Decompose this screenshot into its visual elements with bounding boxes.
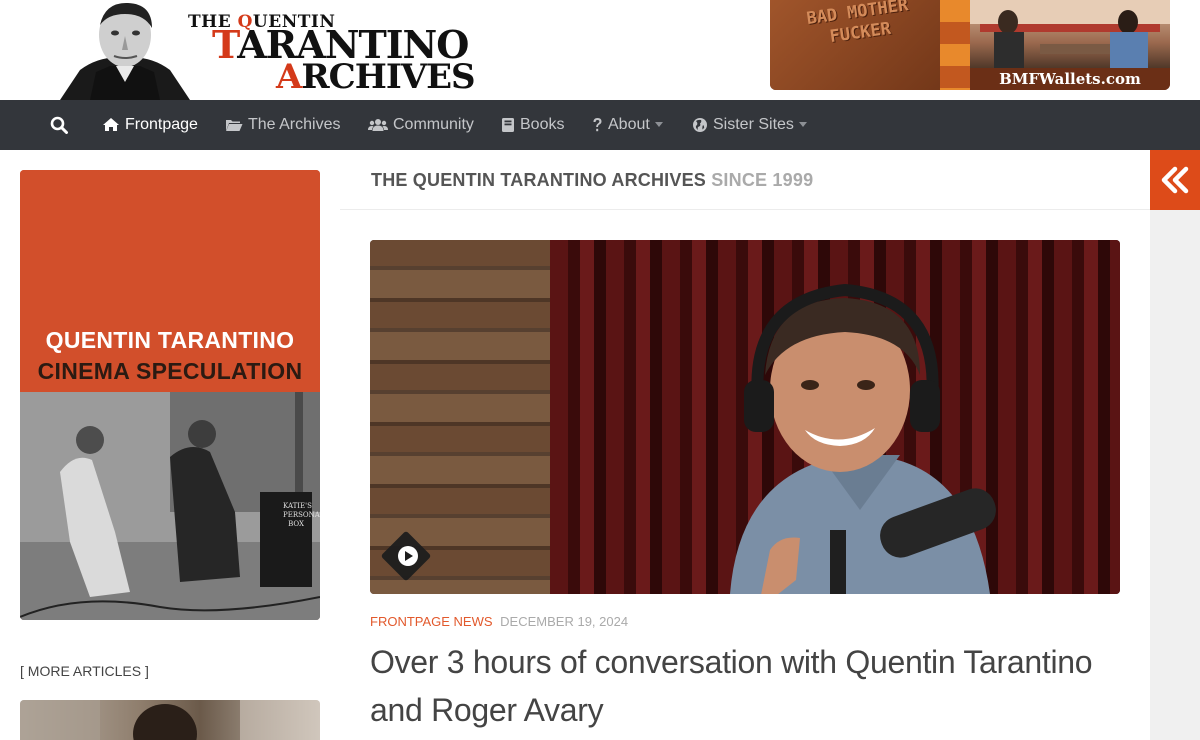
question-icon [593, 117, 602, 131]
book-cover-top: QUENTIN TARANTINO CINEMA SPECULATION [20, 170, 320, 392]
featured-post-image[interactable] [370, 240, 1120, 594]
cinema-speculation-book-ad[interactable]: QUENTIN TARANTINO CINEMA SPECULATION KAT… [20, 170, 320, 620]
logo-text-archives: ARCHIVES [276, 57, 476, 97]
post-title-link[interactable]: Over 3 hours of conversation with Quenti… [370, 638, 1130, 734]
nav-item-label: Sister Sites [713, 116, 794, 133]
globe-icon [693, 117, 707, 132]
nav-item-about[interactable]: About [592, 100, 663, 150]
search-icon [50, 116, 68, 134]
nav-item-the-archives[interactable]: The Archives [225, 100, 340, 150]
bmf-wallets-ad-banner[interactable]: BAD MOTHER FUCKER BMFWallets.com [770, 0, 1170, 90]
chevron-down-icon [654, 122, 663, 128]
nav-item-label: Frontpage [125, 116, 198, 133]
ad-stripes-decoration [940, 0, 972, 90]
nav-item-label: Books [520, 116, 565, 133]
book-icon [502, 117, 514, 132]
chevron-down-icon [798, 122, 807, 128]
site-logo[interactable]: THE QUENTIN TARANTINO ARCHIVES [40, 0, 490, 100]
nav-item-label: The Archives [248, 116, 341, 133]
book-cover-photo: KATIE'S PERSONAL BOX [20, 392, 320, 620]
users-icon [368, 118, 388, 131]
main-navigation: Frontpage The Archives Community Books A… [0, 100, 1200, 150]
nav-item-books[interactable]: Books [501, 100, 564, 150]
sidebar-article-thumbnail[interactable] [20, 700, 320, 740]
book-author: QUENTIN TARANTINO [45, 327, 295, 353]
ad-url-text: BMFWallets.com [970, 68, 1170, 90]
ad-wallet-text: BAD MOTHER FUCKER [805, 0, 910, 48]
more-articles-link[interactable]: [ MORE ARTICLES ] [20, 663, 149, 679]
double-chevron-left-icon [1161, 166, 1189, 194]
play-icon [398, 546, 418, 566]
nav-item-community[interactable]: Community [368, 100, 474, 150]
home-icon [103, 118, 119, 132]
book-photo-prop-text: KATIE'S PERSONAL BOX [283, 502, 320, 528]
post-meta: FRONTPAGE NEWS DECEMBER 19, 2024 [370, 614, 628, 629]
sidebar-toggle-button[interactable] [1150, 150, 1200, 210]
nav-item-sister-sites[interactable]: Sister Sites [692, 100, 807, 150]
nav-search-button[interactable] [50, 100, 73, 150]
divider [340, 209, 1150, 210]
podcast-guest-image [730, 283, 996, 594]
nav-item-frontpage[interactable]: Frontpage [102, 100, 198, 150]
site-tagline: THE QUENTIN TARANTINO ARCHIVES SINCE 199… [371, 170, 814, 190]
folder-open-icon [226, 119, 243, 131]
nav-item-label: Community [393, 116, 474, 133]
post-category-link[interactable]: FRONTPAGE NEWS [370, 614, 493, 629]
nav-item-label: About [608, 116, 650, 133]
ad-diner-scene-image [970, 0, 1170, 70]
book-title: CINEMA SPECULATION [37, 358, 303, 384]
site-header: THE QUENTIN TARANTINO ARCHIVES BAD MOTHE… [0, 0, 1200, 100]
right-sidebar-rail [1150, 150, 1200, 740]
logo-portrait-image [40, 0, 210, 100]
post-date: DECEMBER 19, 2024 [500, 614, 629, 629]
